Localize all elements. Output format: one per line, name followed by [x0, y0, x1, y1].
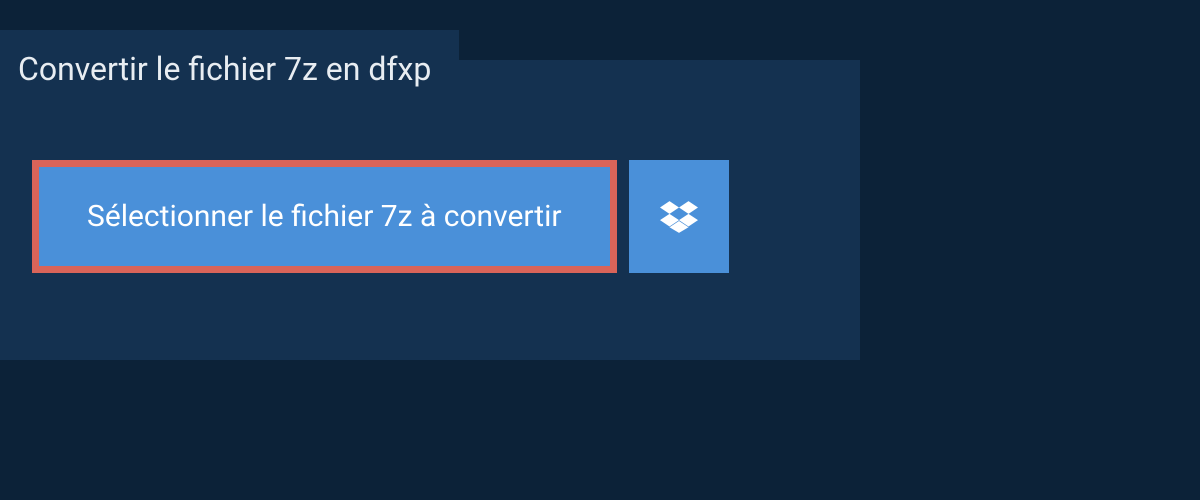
select-file-button[interactable]: Sélectionner le fichier 7z à convertir — [32, 160, 617, 273]
upload-button-row: Sélectionner le fichier 7z à convertir — [32, 160, 729, 273]
dropbox-upload-button[interactable] — [629, 160, 729, 273]
page-title: Convertir le fichier 7z en dfxp — [0, 30, 459, 106]
dropbox-icon — [660, 198, 698, 236]
converter-panel: Convertir le fichier 7z en dfxp Sélectio… — [0, 60, 860, 360]
